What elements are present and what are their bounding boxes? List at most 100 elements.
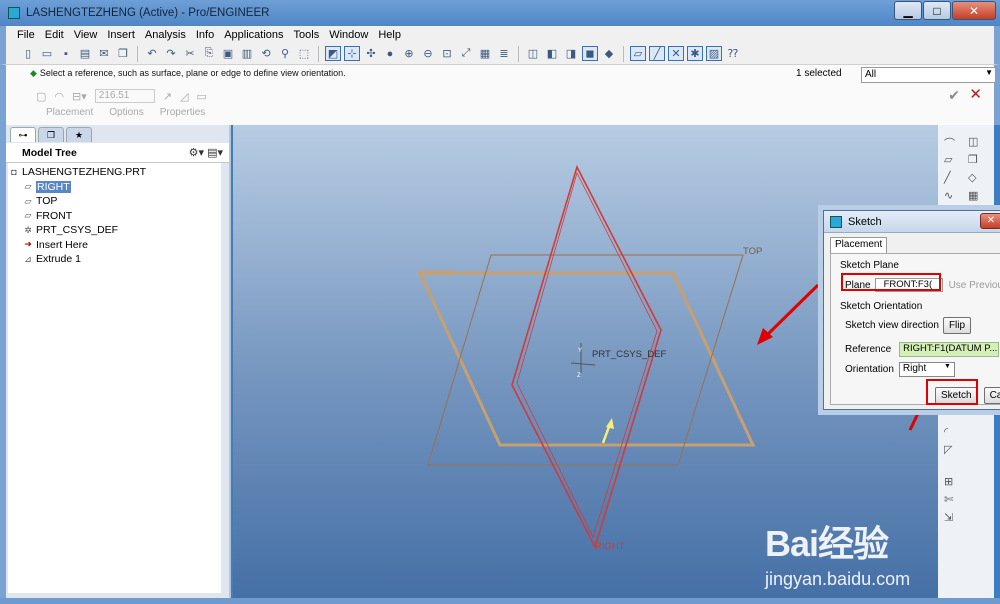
annotations-icon[interactable]: ▨ <box>706 46 722 61</box>
pattern-icon[interactable]: ⊞ <box>944 475 953 488</box>
print-icon[interactable]: ▤ <box>77 46 93 61</box>
menu-tools[interactable]: Tools <box>289 29 325 41</box>
grid-icon[interactable]: ▦ <box>968 189 978 202</box>
shading-icon[interactable]: ● <box>382 46 398 61</box>
undo-icon[interactable]: ↶ <box>144 46 160 61</box>
dialog-icon <box>830 215 842 228</box>
orientation-row: Orientation Right ▼ <box>845 362 955 377</box>
menu-file[interactable]: File <box>12 29 40 41</box>
chamfer-icon[interactable]: ◸ <box>944 443 952 456</box>
select-box-icon[interactable]: ⬚ <box>296 46 312 61</box>
message-area: ◆ Select a reference, such as surface, pl… <box>0 65 1000 125</box>
tab-folder-browser[interactable]: ❐ <box>38 127 64 142</box>
spin-center-icon[interactable]: ⊹ <box>344 46 360 61</box>
curve-tool-icon[interactable]: ∿ <box>944 189 953 202</box>
maximize-button[interactable]: □ <box>923 1 951 20</box>
mirror-icon[interactable]: ◫ <box>968 135 978 148</box>
prompt-message: ◆ Select a reference, such as surface, pl… <box>30 68 346 78</box>
reference-collector[interactable]: RIGHT:F1(DATUM P... <box>899 342 1000 357</box>
flip-button[interactable]: Flip <box>942 317 972 334</box>
menu-view[interactable]: View <box>69 29 103 41</box>
tree-item-top[interactable]: ▱ TOP <box>8 194 221 209</box>
trim-icon[interactable]: ✄ <box>944 493 953 506</box>
redo-icon[interactable]: ↷ <box>163 46 179 61</box>
dialog-close-button[interactable]: ✕ <box>980 213 1000 229</box>
csys-icon: ✲ <box>24 224 32 235</box>
datum-points-icon[interactable]: ✕ <box>668 46 684 61</box>
close-button[interactable]: ✕ <box>952 1 996 20</box>
tree-settings-icon[interactable]: ⚙▾ ▤▾ <box>189 146 223 159</box>
cut-icon[interactable]: ✂ <box>182 46 198 61</box>
menu-analysis[interactable]: Analysis <box>140 29 191 41</box>
axis-tool-icon[interactable]: ╱ <box>944 171 951 184</box>
toolbar-separator <box>137 45 138 62</box>
coordinate-systems-icon[interactable]: ✱ <box>687 46 703 61</box>
enhanced-realism-icon[interactable]: ◆ <box>601 46 617 61</box>
send-icon[interactable]: ✉ <box>96 46 112 61</box>
tree-item-front[interactable]: ▱ FRONT <box>8 209 221 224</box>
copy2-icon[interactable]: ⎘ <box>201 46 217 61</box>
dashboard-tabs: Placement Options Properties <box>46 107 205 118</box>
find-icon[interactable]: ⚲ <box>277 46 293 61</box>
save-icon[interactable]: ▪ <box>58 46 74 61</box>
copy-icon[interactable]: ❐ <box>115 46 131 61</box>
open-icon[interactable]: ▭ <box>39 46 55 61</box>
menu-insert[interactable]: Insert <box>102 29 140 41</box>
wireframe-icon[interactable]: ◫ <box>525 46 541 61</box>
front-datum-plane[interactable] <box>417 271 756 447</box>
offset-icon[interactable]: ◇ <box>968 171 976 184</box>
new-icon[interactable]: ▯ <box>20 46 36 61</box>
hidden-line-icon[interactable]: ◧ <box>544 46 560 61</box>
cancel-button[interactable]: Can <box>983 387 1000 404</box>
selection-filter[interactable]: All ▼ <box>861 67 996 83</box>
datum-plane-icon: ▱ <box>24 181 32 192</box>
round-icon[interactable]: ◜ <box>944 425 948 438</box>
tree-item-extrude[interactable]: ⊿ Extrude 1 <box>8 252 221 267</box>
no-hidden-icon[interactable]: ◨ <box>563 46 579 61</box>
menu-info[interactable]: Info <box>191 29 219 41</box>
context-help-icon[interactable]: ⁇ <box>725 46 741 61</box>
menu-help[interactable]: Help <box>373 29 406 41</box>
tab-favorites[interactable]: ★ <box>66 127 92 142</box>
plane-tool-icon[interactable]: ▱ <box>944 153 952 166</box>
tab-placement-dialog[interactable]: Placement <box>830 237 888 253</box>
copy-tool-icon[interactable]: ❐ <box>968 153 978 166</box>
tab-model-tree[interactable]: ⊶ <box>10 127 36 142</box>
tree-root[interactable]: ◘ LASHENGTEZHENG.PRT <box>8 165 221 180</box>
datum-axes-icon[interactable]: ╱ <box>649 46 665 61</box>
regenerate-icon[interactable]: ⟲ <box>258 46 274 61</box>
paste-special-icon[interactable]: ▥ <box>239 46 255 61</box>
ok-check-icon[interactable]: ✔ <box>948 87 960 104</box>
top-datum-plane[interactable] <box>427 254 744 466</box>
depth-field[interactable]: 216.51 <box>94 89 155 103</box>
tree-item-insert-here[interactable]: ➜ Insert Here <box>8 238 221 253</box>
reorient-icon[interactable]: ⤢ <box>458 46 474 61</box>
zoom-out-icon[interactable]: ⊖ <box>420 46 436 61</box>
tab-placement[interactable]: Placement <box>46 107 93 118</box>
menu-applications[interactable]: Applications <box>219 29 288 41</box>
refit-icon[interactable]: ⊡ <box>439 46 455 61</box>
minimize-button[interactable]: ▁ <box>894 1 922 20</box>
reference-row: Reference RIGHT:F1(DATUM P... <box>845 342 1000 357</box>
extend-icon[interactable]: ⇲ <box>944 511 953 524</box>
use-previous-button[interactable]: Use Previous <box>949 280 1000 291</box>
model-tree: ◘ LASHENGTEZHENG.PRT ▱ RIGHT ▱ TOP ▱ FRONT ✲… <box>8 163 221 593</box>
tab-properties[interactable]: Properties <box>160 107 206 118</box>
cancel-x-icon[interactable]: ✕ <box>969 85 982 103</box>
orientation-select[interactable]: Right ▼ <box>898 362 955 377</box>
saved-views-icon[interactable]: ▦ <box>477 46 493 61</box>
datum-planes-icon[interactable]: ▱ <box>630 46 646 61</box>
orient-icon[interactable]: ✣ <box>363 46 379 61</box>
repaint-icon[interactable]: ◩ <box>325 46 341 61</box>
shaded-icon[interactable]: ◼ <box>582 46 598 61</box>
tab-options[interactable]: Options <box>109 107 143 118</box>
paste-icon[interactable]: ▣ <box>220 46 236 61</box>
menu-window[interactable]: Window <box>324 29 373 41</box>
sketch-tool-icon[interactable]: ⌒ <box>944 135 955 151</box>
layers-icon[interactable]: ≣ <box>496 46 512 61</box>
menu-edit[interactable]: Edit <box>40 29 69 41</box>
depth-option-icon: ⊟▾ <box>72 90 87 103</box>
tree-item-csys[interactable]: ✲ PRT_CSYS_DEF <box>8 223 221 238</box>
tree-item-right[interactable]: ▱ RIGHT <box>8 180 221 195</box>
zoom-in-icon[interactable]: ⊕ <box>401 46 417 61</box>
